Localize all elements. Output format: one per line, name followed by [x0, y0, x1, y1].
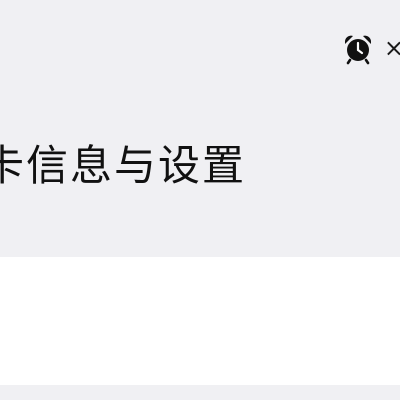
bottom-divider — [0, 385, 400, 400]
status-bar-icons: × — [342, 33, 400, 65]
content-card — [0, 257, 400, 385]
page-title: 卡信息与设置 — [0, 141, 247, 190]
screen: × 卡信息与设置 — [0, 0, 400, 400]
alarm-clock-icon — [344, 35, 371, 65]
close-icon[interactable]: × — [384, 36, 400, 60]
